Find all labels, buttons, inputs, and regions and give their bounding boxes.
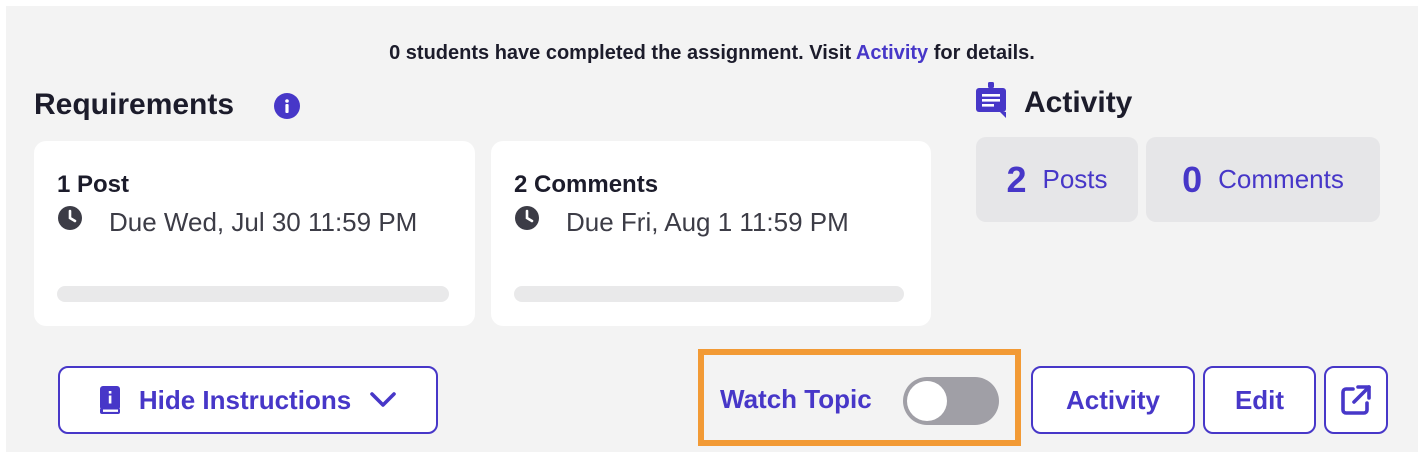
- requirements-heading: Requirements: [34, 88, 235, 121]
- edit-button-label: Edit: [1234, 384, 1285, 415]
- notice-text-after: for details.: [928, 42, 1035, 64]
- toggle-knob: [907, 381, 947, 421]
- requirement-progress-bar: [57, 286, 449, 302]
- requirement-card-comments: 2 Comments Due Fri, Aug 1 11:59 PM: [491, 141, 931, 326]
- posts-stat[interactable]: 2 Posts: [976, 137, 1138, 222]
- activity-board-icon: [976, 82, 1006, 118]
- info-icon[interactable]: [274, 93, 300, 119]
- requirement-title: 1 Post: [57, 171, 130, 198]
- comments-label: Comments: [1218, 164, 1344, 194]
- open-external-button[interactable]: [1324, 366, 1388, 434]
- requirement-due-date: Due Fri, Aug 1 11:59 PM: [566, 207, 849, 237]
- chevron-down-icon: [370, 392, 396, 407]
- comments-stat[interactable]: 0 Comments: [1146, 137, 1380, 222]
- hide-instructions-button[interactable]: Hide Instructions: [58, 366, 438, 434]
- activity-heading: Activity: [1024, 86, 1133, 119]
- watch-topic-label[interactable]: Watch Topic: [720, 384, 872, 415]
- activity-button[interactable]: Activity: [1031, 366, 1195, 434]
- requirement-due-date: Due Wed, Jul 30 11:59 PM: [109, 207, 418, 237]
- comments-count: 0: [1182, 158, 1203, 200]
- completion-notice: 0 students have completed the assignment…: [6, 42, 1418, 65]
- clock-icon: [515, 206, 539, 230]
- activity-button-label: Activity: [1066, 384, 1160, 415]
- requirement-progress-bar: [514, 286, 904, 302]
- clock-icon: [58, 206, 82, 230]
- watch-topic-toggle[interactable]: [903, 377, 999, 425]
- notice-activity-link[interactable]: Activity: [856, 42, 928, 64]
- requirement-card-post: 1 Post Due Wed, Jul 30 11:59 PM: [34, 141, 475, 326]
- assignment-panel: 0 students have completed the assignment…: [6, 6, 1418, 452]
- external-link-icon: [1341, 385, 1371, 415]
- posts-count: 2: [1006, 158, 1027, 200]
- posts-label: Posts: [1042, 164, 1108, 194]
- edit-button[interactable]: Edit: [1203, 366, 1316, 434]
- book-icon: [99, 386, 120, 414]
- notice-text-before: 0 students have completed the assignment…: [389, 42, 856, 64]
- requirement-title: 2 Comments: [514, 171, 659, 198]
- hide-instructions-label: Hide Instructions: [138, 384, 352, 415]
